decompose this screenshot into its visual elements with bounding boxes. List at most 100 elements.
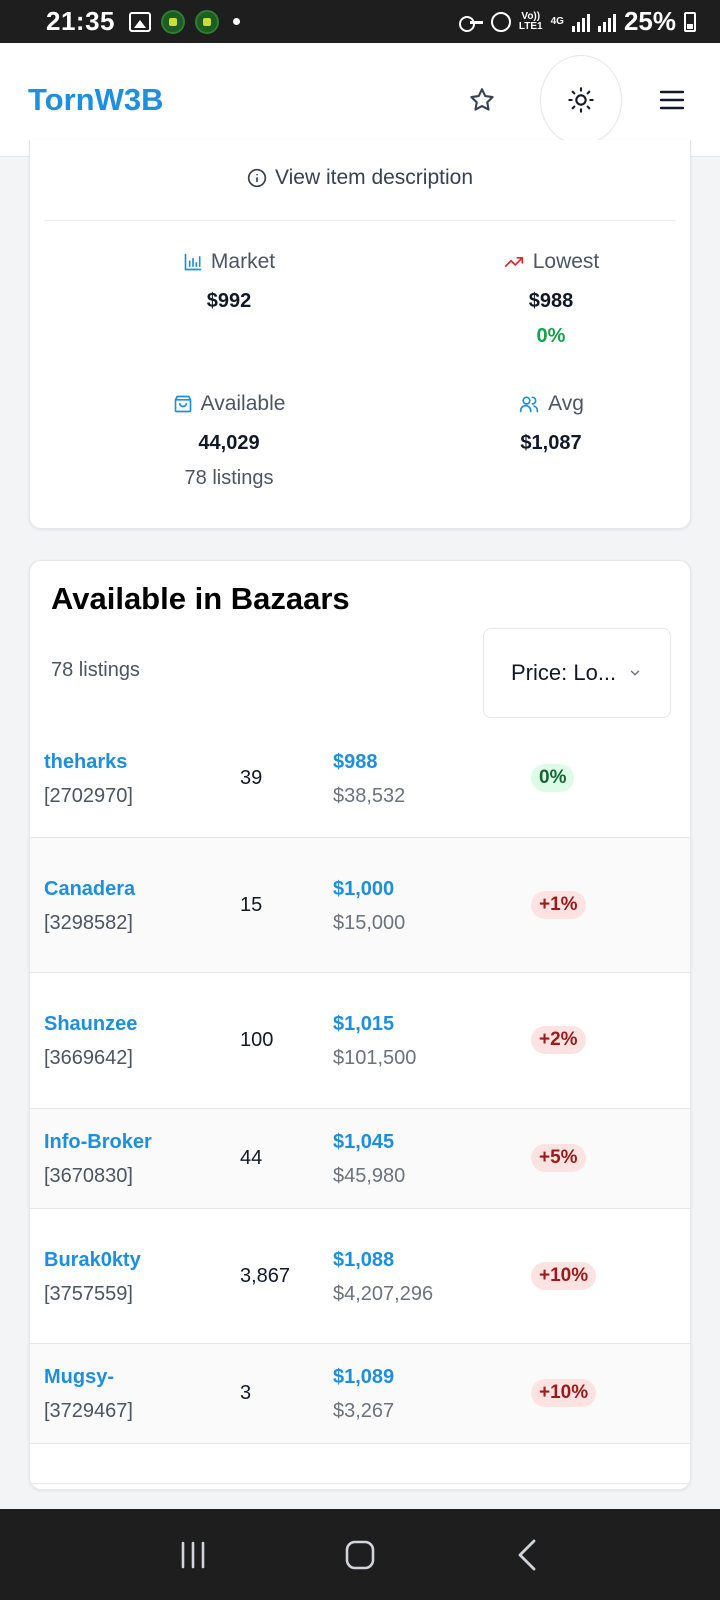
total-price: $4,207,296 [333,1282,434,1305]
seller-link[interactable]: Shaunzee [44,1007,137,1041]
back-button[interactable] [497,1525,557,1585]
battery-icon [684,11,696,32]
more-notifications-icon [233,18,240,25]
stat-avg-label: Avg [548,392,584,415]
seller-cell: Info-Broker [3670830] [44,1125,152,1193]
quantity-cell: 39 [240,766,263,789]
total-price: $15,000 [333,911,406,934]
home-button[interactable] [330,1525,390,1585]
table-row: Info-Broker [3670830] 44 $1,045 $45,980 +5% [30,1109,690,1209]
table-row: Shaunzee [3669642] 100 $1,015 $101,500 +2% [30,973,690,1109]
quantity-cell: 3,867 [240,1264,291,1287]
bazaar-title: Available in Bazaars [51,581,350,616]
price-cell: $1,088 $4,207,296 [333,1243,433,1311]
signal-icon [597,12,616,32]
quantity-cell: 15 [240,893,263,916]
sort-select-value: Price: Lo... [511,660,617,685]
seller-link[interactable]: Mugsy- [44,1360,133,1394]
table-row: Burak0kty [3757559] 3,867 $1,088 $4,207,296 +… [30,1209,690,1344]
stat-available-listings: 78 listings [184,467,274,489]
menu-button[interactable] [652,80,692,120]
network-type-indicator: 4G [550,15,564,27]
seller-id: [3298582] [44,911,133,934]
recent-apps-icon [182,1541,205,1568]
sun-icon [568,86,594,113]
bazaar-listing-count: 78 listings [51,659,140,681]
trending-up-icon [504,257,523,267]
unit-price[interactable]: $1,000 [333,872,405,906]
price-cell: $1,045 $45,980 [333,1125,405,1193]
seller-link[interactable]: Canadera [44,872,135,906]
seller-cell: theharks [2702970] [44,745,133,813]
unit-price[interactable]: $988 [333,745,405,779]
stat-available-value: 44,029 [198,432,260,454]
stat-market-value: $992 [206,290,252,312]
total-price: $38,532 [333,784,406,807]
table-row: Canadera [3298582] 15 $1,000 $15,000 +1% [30,838,690,973]
price-diff-badge: +10% [531,1261,597,1290]
unit-price[interactable]: $1,089 [333,1360,394,1394]
unit-price[interactable]: $1,045 [333,1125,405,1159]
stat-lowest: Lowest $988 0% [426,250,676,348]
battery-percent: 25% [623,6,676,36]
seller-id: [3729467] [44,1400,133,1422]
price-diff-badge: +5% [531,1144,586,1172]
gallery-notification-icon [129,11,151,32]
seller-link[interactable]: Info-Broker [44,1125,152,1159]
total-price: $45,980 [333,1165,406,1187]
volte-indicator: Vo)) LTE1 [518,10,543,32]
star-icon [470,87,494,111]
unit-price[interactable]: $1,015 [333,1007,416,1041]
menu-icon [659,90,685,109]
system-nav-bar [0,1509,720,1600]
price-diff-badge: +1% [531,890,586,919]
table-row: Mugsy- [3729467] 3 $1,089 $3,267 +10% [30,1344,690,1444]
app-notification-icon [195,9,219,34]
shopping-bag-icon [174,395,191,413]
alarm-icon [490,11,511,32]
seller-id: [3757559] [44,1282,133,1305]
stat-lowest-label: Lowest [532,250,600,273]
view-description-link[interactable]: View item description [30,166,690,190]
price-cell: $988 $38,532 [333,745,405,813]
total-price: $3,267 [333,1400,395,1422]
seller-cell: Shaunzee [3669642] [44,1007,137,1075]
price-diff-badge: +10% [531,1379,597,1407]
quantity-cell: 3 [240,1382,252,1404]
sort-select[interactable]: Price: Lo... [483,628,671,718]
price-cell: $1,089 $3,267 [333,1360,394,1428]
seller-link[interactable]: theharks [44,745,133,779]
seller-cell: Canadera [3298582] [44,872,135,940]
stat-avg-value: $1,087 [520,432,582,454]
stat-market-label: Market [210,250,276,273]
seller-cell: Burak0kty [3757559] [44,1243,141,1311]
seller-id: [3670830] [44,1165,133,1187]
status-time: 21:35 [46,6,115,36]
stat-market: Market $992 [104,250,354,313]
bar-chart-icon [184,253,202,271]
site-logo[interactable]: TornW3B [28,82,163,118]
divider [44,220,676,221]
favorite-button[interactable] [454,72,510,128]
stat-lowest-value: $988 [528,290,574,312]
item-stats-card: View item description Market $992 Lowest… [29,140,691,529]
bazaar-listings-card: Available in Bazaars 78 listings Price: … [29,560,691,1490]
total-price: $101,500 [333,1047,417,1069]
signal-icon [571,12,590,32]
stat-available: Available 44,029 78 listings [104,392,354,490]
price-diff-badge: 0% [531,763,575,792]
theme-toggle-button[interactable] [540,54,622,145]
stat-lowest-change: 0% [536,325,566,347]
seller-id: [2702970] [44,784,133,807]
chevron-down-icon [630,670,640,676]
stat-available-label: Available [200,392,286,415]
vpn-key-icon [458,15,483,32]
app-notification-icon [161,9,185,34]
quantity-cell: 100 [240,1029,274,1051]
price-diff-badge: +2% [531,1026,586,1054]
table-row [30,1444,690,1484]
unit-price[interactable]: $1,088 [333,1243,433,1277]
price-cell: $1,000 $15,000 [333,872,405,940]
seller-link[interactable]: Burak0kty [44,1243,141,1277]
recent-apps-button[interactable] [163,1525,223,1585]
